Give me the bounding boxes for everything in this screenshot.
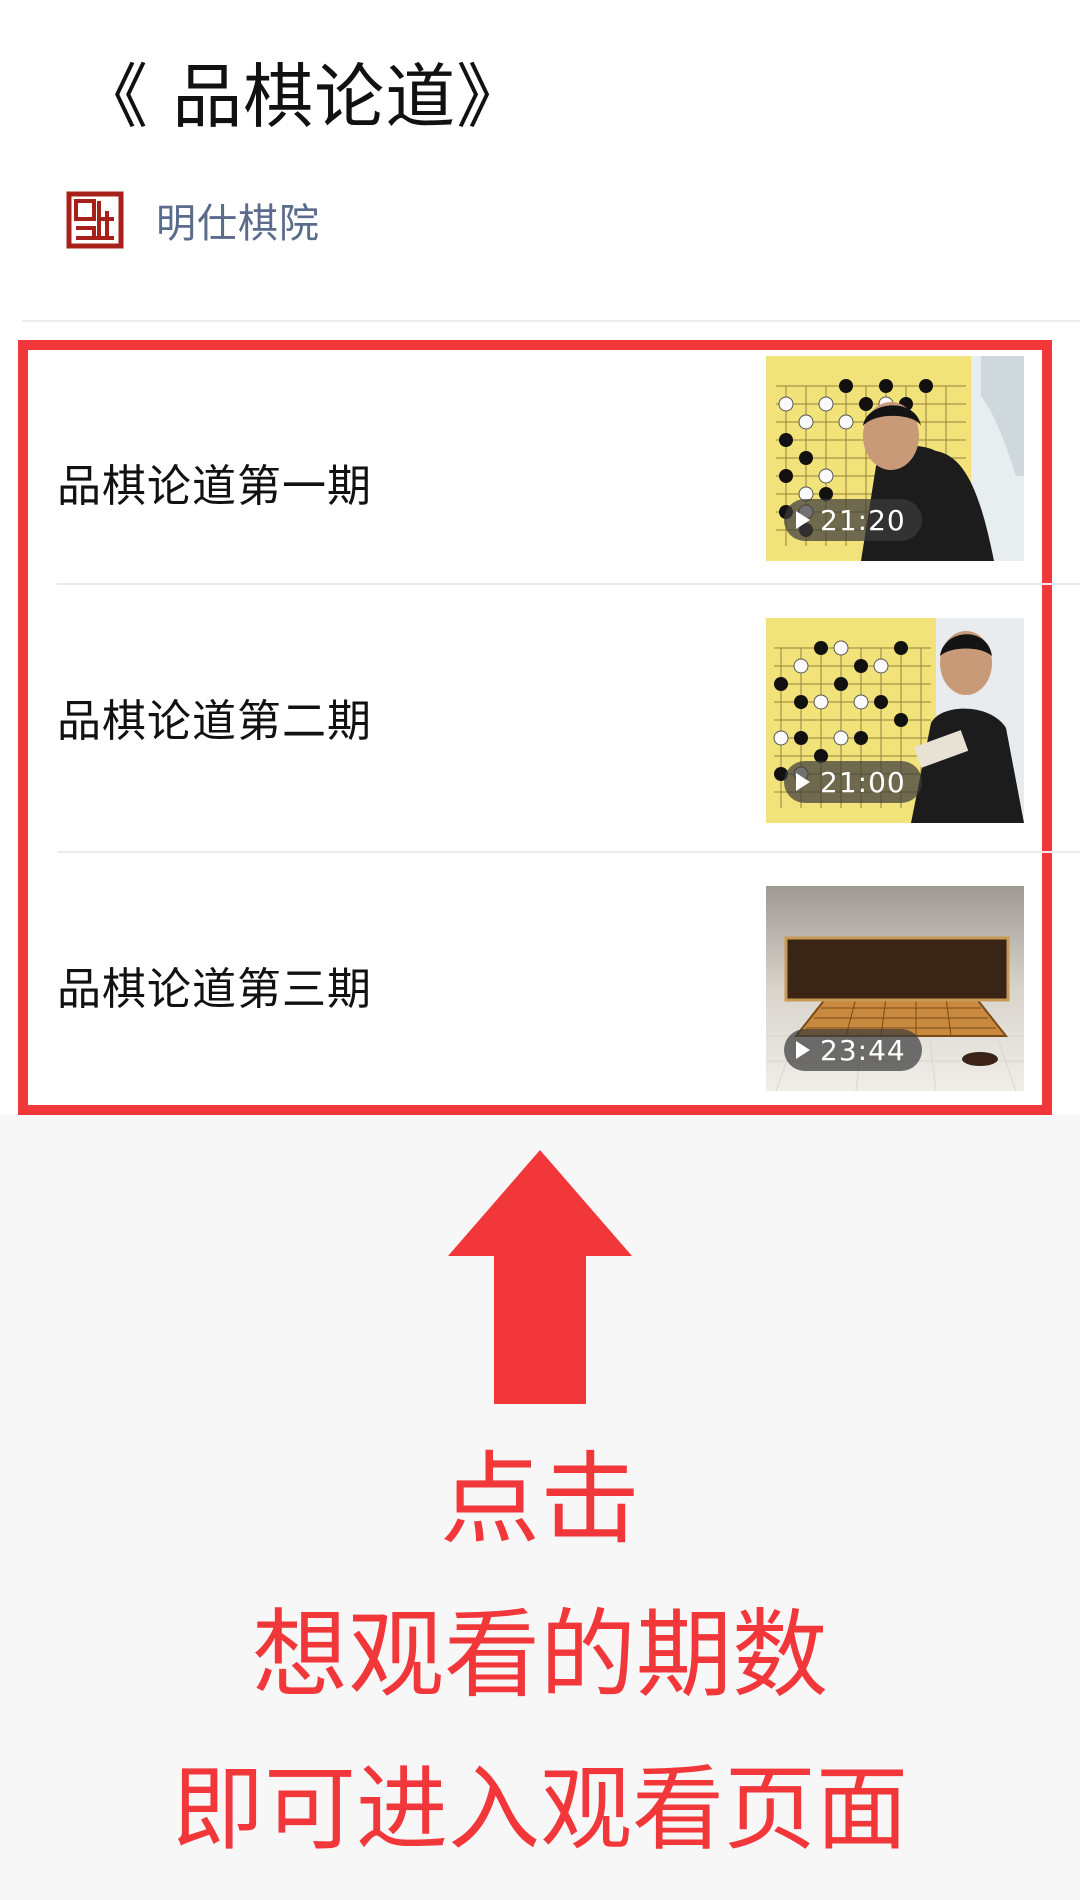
video-title[interactable]: 品棋论道第一期 [57, 450, 372, 514]
up-arrow-icon [448, 1150, 632, 1404]
play-icon [796, 773, 810, 791]
account-name[interactable]: 明仕棋院 [156, 191, 320, 249]
video-title[interactable]: 品棋论道第二期 [57, 685, 372, 749]
video-item-1[interactable]: 品棋论道第一期 21:20 [0, 350, 1080, 618]
duration-text: 21:20 [820, 503, 906, 537]
page: 《 品棋论道》 明仕棋院 品棋论道第一期 21:20 品棋论道第二期 21:00… [0, 0, 1080, 1900]
header-divider [22, 320, 1080, 322]
video-thumbnail[interactable]: 21:20 [766, 356, 1024, 561]
duration-text: 23:44 [820, 1033, 906, 1067]
account-row[interactable]: 明仕棋院 [66, 190, 320, 250]
video-item-3[interactable]: 品棋论道第三期 23:44 [0, 853, 1080, 1121]
video-thumbnail[interactable]: 21:00 [766, 618, 1024, 823]
instruction-line-1: 点击 [440, 1441, 640, 1558]
article-title: 《 品棋论道》 [78, 56, 528, 138]
video-thumbnail[interactable]: 23:44 [766, 886, 1024, 1091]
duration-badge: 21:00 [784, 761, 922, 803]
duration-badge: 21:20 [784, 499, 922, 541]
play-icon [796, 1041, 810, 1059]
duration-text: 21:00 [820, 765, 906, 799]
seal-logo-icon[interactable] [66, 191, 124, 249]
play-icon [796, 511, 810, 529]
video-item-2[interactable]: 品棋论道第二期 21:00 [0, 585, 1080, 853]
video-title[interactable]: 品棋论道第三期 [57, 953, 372, 1017]
duration-badge: 23:44 [784, 1029, 922, 1071]
instruction-line-2: 想观看的期数 [252, 1599, 828, 1711]
instruction-line-3: 即可进入观看页面 [171, 1756, 908, 1863]
